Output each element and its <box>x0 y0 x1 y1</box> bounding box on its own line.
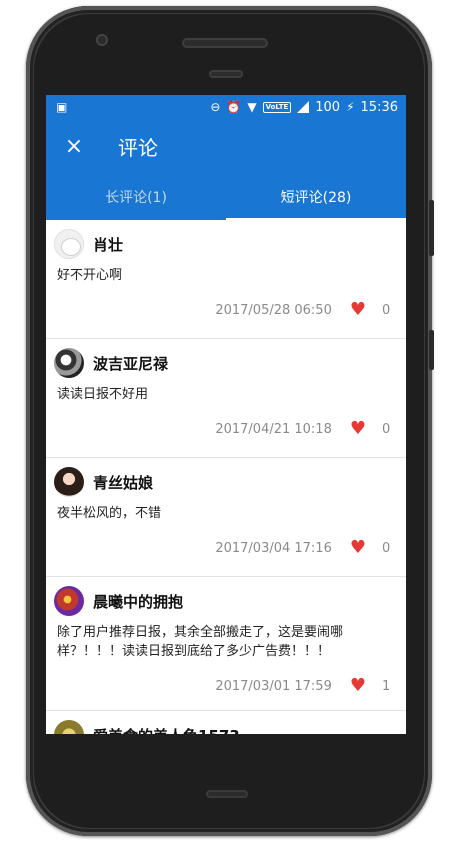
avatar[interactable] <box>54 467 84 497</box>
clock: 15:36 <box>360 99 398 115</box>
proximity-sensor <box>209 70 243 78</box>
comment-item: 爱美食的美人鱼1573 <box>46 711 406 734</box>
comment-time: 2017/04/21 10:18 <box>215 421 332 437</box>
volume-button <box>429 200 434 256</box>
avatar[interactable] <box>54 720 84 734</box>
app-bar: × 评论 <box>46 119 406 174</box>
comment-header: 肖壮 <box>54 228 392 260</box>
heart-icon[interactable]: ♥ <box>350 420 366 438</box>
android-icon: ▣ <box>56 100 68 114</box>
wifi-icon: ▼ <box>247 100 257 114</box>
like-count: 1 <box>382 678 391 694</box>
heart-icon[interactable]: ♥ <box>350 301 366 319</box>
comment-author: 青丝姑娘 <box>93 473 154 492</box>
comment-meta: 2017/04/21 10:18 ♥ 0 <box>54 420 392 438</box>
heart-icon[interactable]: ♥ <box>350 539 366 557</box>
comment-item: 肖壮 好不开心啊 2017/05/28 06:50 ♥ 0 <box>46 220 406 339</box>
comment-header: 晨曦中的拥抱 <box>54 585 392 617</box>
comment-header: 波吉亚尼禄 <box>54 347 392 379</box>
comment-content: 好不开心啊 <box>57 268 123 283</box>
bottom-speaker <box>206 790 248 798</box>
comment-content: 读读日报不好用 <box>57 387 149 402</box>
comment-meta: 2017/03/04 17:16 ♥ 0 <box>54 539 392 557</box>
avatar[interactable] <box>54 229 84 259</box>
comment-author: 爱美食的美人鱼1573 <box>93 725 240 735</box>
battery-level: 100 <box>315 99 341 115</box>
comment-header: 青丝姑娘 <box>54 466 392 498</box>
heart-icon[interactable]: ♥ <box>350 677 366 695</box>
comment-time: 2017/03/04 17:16 <box>215 540 332 556</box>
comment-content: 除了用户推荐日报，其余全部搬走了，这是要闹哪样？！！！读读日报到底给了多少广告费… <box>57 625 344 659</box>
avatar[interactable] <box>54 586 84 616</box>
volte-badge: VoLTE <box>262 101 292 113</box>
comment-time: 2017/03/01 17:59 <box>215 678 332 694</box>
front-camera <box>96 34 108 46</box>
power-button <box>429 330 434 370</box>
comment-item: 青丝姑娘 夜半松风的，不错 2017/03/04 17:16 ♥ 0 <box>46 458 406 577</box>
data-saver-icon: ⊖ <box>210 100 221 114</box>
app-screen: ▣ ⊖ ⏰ ▼ VoLTE 100 ⚡ 15:36 × 评论 长评论(1) 短评… <box>46 95 406 734</box>
alarm-icon: ⏰ <box>226 100 242 114</box>
comment-list: 肖壮 好不开心啊 2017/05/28 06:50 ♥ 0 波吉亚尼禄 读读日报… <box>46 220 406 734</box>
status-left: ▣ <box>56 101 210 113</box>
tab-bar: 长评论(1) 短评论(28) <box>46 174 406 220</box>
comment-author: 肖壮 <box>93 235 124 254</box>
comment-content: 夜半松风的，不错 <box>57 506 162 521</box>
comment-time: 2017/05/28 06:50 <box>215 302 332 318</box>
comment-item: 波吉亚尼禄 读读日报不好用 2017/04/21 10:18 ♥ 0 <box>46 339 406 458</box>
comment-item: 晨曦中的拥抱 除了用户推荐日报，其余全部搬走了，这是要闹哪样？！！！读读日报到底… <box>46 577 406 711</box>
comment-meta: 2017/05/28 06:50 ♥ 0 <box>54 301 392 319</box>
close-icon[interactable]: × <box>46 134 102 159</box>
comment-author: 晨曦中的拥抱 <box>93 592 184 611</box>
comment-meta: 2017/03/01 17:59 ♥ 1 <box>54 677 392 695</box>
avatar[interactable] <box>54 348 84 378</box>
status-right: ⊖ ⏰ ▼ VoLTE 100 ⚡ 15:36 <box>210 100 398 115</box>
tab-short-comments[interactable]: 短评论(28) <box>226 174 406 220</box>
status-bar: ▣ ⊖ ⏰ ▼ VoLTE 100 ⚡ 15:36 <box>46 95 406 119</box>
like-count: 0 <box>382 302 391 318</box>
like-count: 0 <box>382 540 391 556</box>
like-count: 0 <box>382 421 391 437</box>
signal-icon <box>297 101 310 113</box>
charging-icon: ⚡ <box>346 100 355 114</box>
page-title: 评论 <box>118 136 158 160</box>
tab-long-comments[interactable]: 长评论(1) <box>46 174 226 220</box>
comment-author: 波吉亚尼禄 <box>93 354 169 373</box>
comment-header: 爱美食的美人鱼1573 <box>54 719 392 734</box>
earpiece-speaker <box>182 38 268 48</box>
